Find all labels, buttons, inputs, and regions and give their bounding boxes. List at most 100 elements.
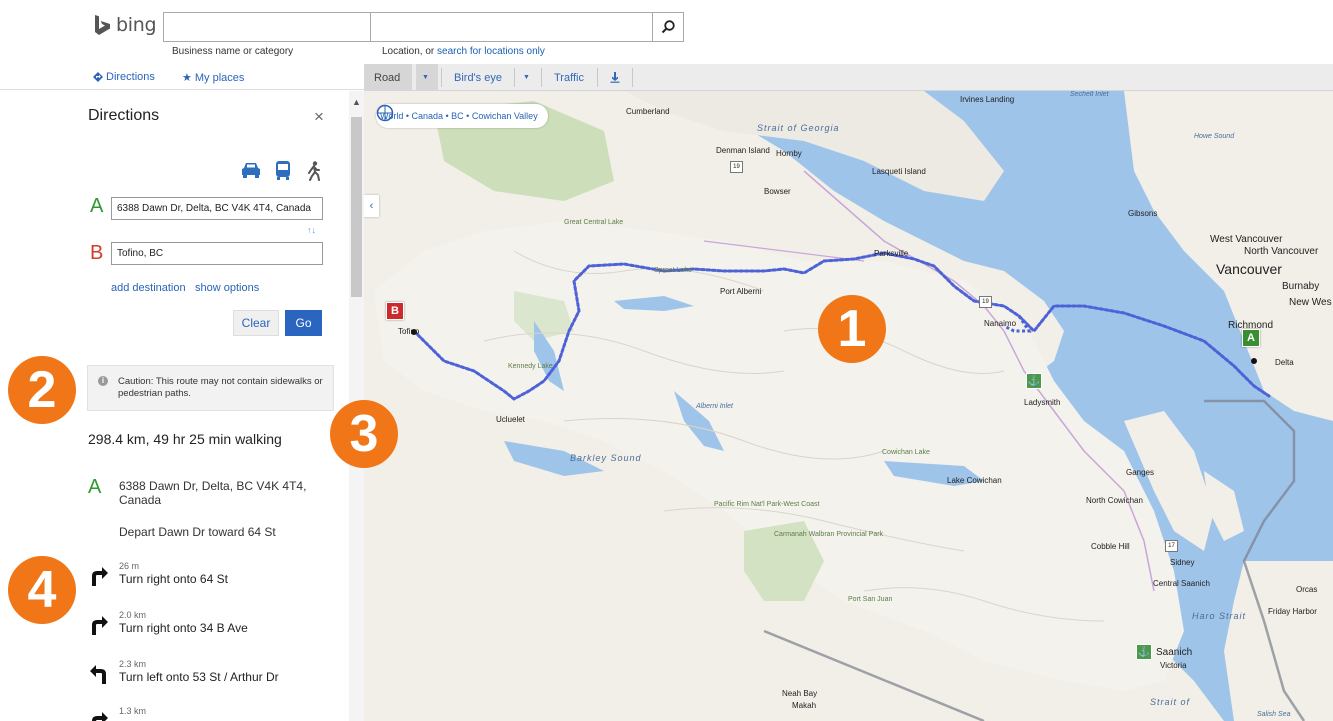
share-button[interactable] [600,64,630,91]
highway-shield: 19 [979,296,992,308]
collapse-panel-button[interactable]: ‹ [364,195,379,217]
water-label: Sechelt Inlet [1070,91,1109,98]
place-label: Makah [792,701,817,710]
search-locations-only-link[interactable]: search for locations only [437,46,545,57]
traffic-button[interactable]: Traffic [544,64,594,91]
step-instruction: Turn right onto 34 B Ave [119,621,248,635]
map-breadcrumb[interactable]: World • Canada • BC • Cowichan Valley [376,104,548,128]
place-label: Cobble Hill [1091,542,1130,551]
clear-button[interactable]: Clear [233,310,279,336]
lake-label: Kennedy Lake [508,363,553,370]
water-label: Strait of Georgia [757,123,840,133]
my-places-link-label: My places [194,71,245,84]
business-search-box[interactable] [163,12,371,42]
place-label: Lake Cowichan [947,476,1002,485]
step-distance: 1.3 km [119,706,147,716]
step-distance: 26 m [119,561,140,571]
turn-right-icon [92,616,108,635]
show-options-link[interactable]: show options [195,282,259,294]
place-label: Burnaby [1282,281,1320,292]
scroll-up-icon[interactable]: ▲ [352,97,361,107]
directions-icon [93,72,103,82]
business-caption: Business name or category [172,46,294,57]
park-label: Carmanah Walbran Provincial Park [774,531,884,538]
ferry-icon[interactable]: ⚓ [1026,373,1042,389]
route-summary: 298.4 km, 49 hr 25 min walking [88,431,282,447]
direction-step[interactable]: 26 m Turn right onto 64 St [88,561,338,601]
traffic-label: Traffic [554,71,584,84]
start-marker[interactable]: A [1242,329,1260,347]
direction-step[interactable]: 2.0 km Turn right onto 34 B Ave [88,610,338,650]
place-label: North Vancouver [1244,246,1319,257]
step-distance: 2.0 km [119,610,147,620]
direction-step[interactable]: 1.3 km [88,706,338,721]
top-bar: bing Business name or category Location,… [0,0,1333,64]
step-distance: 2.3 km [119,659,147,669]
start-location-input[interactable] [111,197,323,220]
globe-icon [376,104,394,122]
info-icon: i [98,376,108,386]
caution-text: Caution: This route may not contain side… [118,376,323,399]
place-label: Central Saanich [1153,579,1210,588]
caution-notice: i Caution: This route may not contain si… [87,365,334,411]
callout-4: 4 [8,556,76,624]
end-letter: B [90,242,104,264]
water-label: Howe Sound [1194,133,1235,140]
toolbar-divider [441,68,442,87]
place-label: Lasqueti Island [872,167,926,176]
business-search-input[interactable] [164,13,370,41]
chevron-down-icon: ▼ [523,74,530,81]
directions-link-label: Directions [106,71,155,83]
highway-shield: 19 [730,161,743,173]
car-icon[interactable] [240,161,262,179]
swap-icon[interactable]: ↑↓ [307,225,316,235]
road-view-button[interactable]: Road [364,64,412,91]
ferry-icon[interactable]: ⚓ [1136,644,1152,660]
close-panel-icon[interactable]: × [314,107,324,127]
place-label: Hornby [776,149,802,158]
map-canvas[interactable]: World • Canada • BC • Cowichan Valley ‹ … [364,91,1333,721]
birds-eye-dropdown[interactable]: ▼ [515,64,538,91]
place-label: Tofino [398,327,420,336]
place-label: North Cowichan [1086,496,1143,505]
park-label: Pacific Rim Nat'l Park-West Coast [714,501,820,508]
toolbar-divider [541,68,542,87]
lake-label: Sproat Lake [654,267,692,274]
road-dropdown[interactable]: ▼ [416,64,438,91]
place-label: Port San Juan [848,596,893,603]
place-label: Saanich [1156,647,1193,658]
go-button[interactable]: Go [285,310,322,336]
transit-icon[interactable] [274,161,292,181]
place-label: Ucluelet [496,415,525,424]
water-label: Barkley Sound [570,453,642,463]
place-label: Friday Harbor [1268,607,1317,616]
direction-step[interactable]: 2.3 km Turn left onto 53 St / Arthur Dr [88,659,338,699]
place-label: Ganges [1126,468,1155,477]
add-destination-link[interactable]: add destination [111,282,186,294]
destination-marker[interactable]: B [386,302,404,320]
turn-right-icon [92,567,108,586]
bing-logo[interactable]: bing [93,14,157,36]
scroll-thumb[interactable] [351,117,362,297]
step-instruction: Turn right onto 64 St [119,572,228,586]
end-location-input[interactable] [111,242,323,265]
location-caption: Location, or search for locations only [382,46,545,57]
place-label: West Vancouver [1210,234,1283,245]
place-label: Delta [1275,358,1294,367]
walking-icon[interactable] [306,161,322,181]
location-search-box[interactable] [370,12,653,42]
lake-label: Great Central Lake [564,219,624,226]
location-search-input[interactable] [371,13,652,41]
birds-eye-button[interactable]: Bird's eye [444,64,512,91]
callout-1: 1 [818,295,886,363]
turn-right-icon [92,712,108,721]
search-button[interactable] [652,12,684,42]
my-places-link[interactable]: ★ My places [182,71,245,85]
place-label: Sidney [1170,558,1195,567]
water-label: Haro Strait [1192,611,1247,621]
water-label: Salish Sea [1257,711,1291,718]
route-start-letter: A [88,476,102,498]
map-terrain [364,91,1333,721]
directions-link[interactable]: Directions [93,71,155,83]
nav-row: Directions ★ My places [0,64,364,90]
